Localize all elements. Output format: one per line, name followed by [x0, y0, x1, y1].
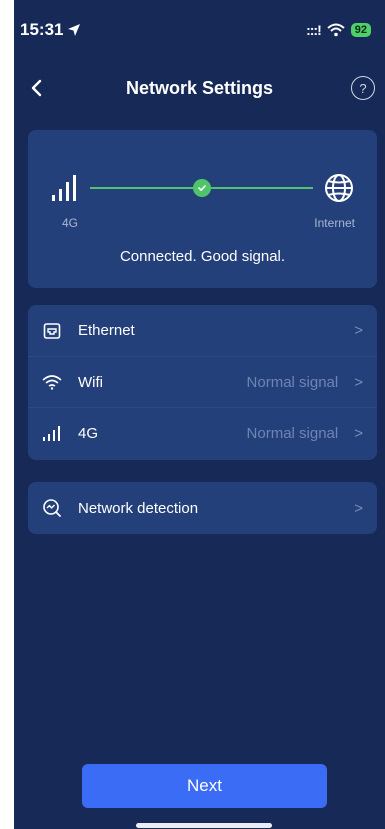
cellular-signal-value: Normal signal: [246, 424, 339, 442]
wifi-signal-value: Normal signal: [246, 373, 339, 391]
left-edge: [0, 0, 14, 829]
time-text: 15:31: [20, 20, 64, 39]
cell-signal-icon: :::!: [306, 22, 322, 38]
connection-diagram: [50, 168, 355, 208]
network-detection-label: Network detection: [78, 499, 199, 517]
page-title: Network Settings: [125, 77, 274, 98]
wifi-label: Wifi: [78, 373, 103, 391]
globe-icon: [325, 174, 353, 202]
network-list: Ethernet > Wifi Normal signal > 4G Norma…: [28, 305, 377, 460]
status-right: :::! 92: [306, 22, 371, 38]
next-button[interactable]: Next: [82, 764, 327, 808]
network-detection-row[interactable]: Network detection >: [28, 482, 377, 534]
target-label: Internet: [314, 216, 355, 230]
network-detection-card: Network detection >: [28, 482, 377, 534]
chevron-right-icon: >: [354, 499, 363, 517]
chevron-right-icon: >: [354, 373, 363, 391]
back-button[interactable]: [14, 68, 58, 108]
location-arrow-icon: [68, 24, 81, 36]
wifi-status-icon: [327, 23, 345, 37]
wifi-icon: [42, 372, 62, 392]
source-label: 4G: [62, 216, 79, 230]
nav-bar: Network Settings ?: [14, 68, 385, 108]
connection-card: 4G Internet Connected. Good signal.: [28, 130, 377, 288]
status-bar: 15:31 :::! 92: [20, 18, 371, 42]
ethernet-label: Ethernet: [78, 322, 135, 339]
cellular-row[interactable]: 4G Normal signal >: [28, 407, 377, 458]
help-icon[interactable]: ?: [351, 76, 375, 100]
wifi-row[interactable]: Wifi Normal signal >: [28, 356, 377, 407]
cellular-signal-icon: [42, 423, 62, 443]
connection-line: [90, 179, 313, 197]
ethernet-row[interactable]: Ethernet >: [28, 305, 377, 356]
connection-status: Connected. Good signal.: [119, 248, 286, 265]
check-icon: [192, 179, 211, 197]
chevron-right-icon: >: [354, 322, 363, 339]
home-indicator: [136, 823, 272, 828]
chevron-right-icon: >: [354, 424, 363, 442]
network-detection-icon: [42, 498, 62, 518]
cellular-label: 4G: [78, 424, 99, 442]
chevron-left-icon: [31, 79, 42, 97]
cellular-signal-icon: [52, 175, 76, 201]
status-time: 15:31: [20, 20, 81, 40]
ethernet-icon: [42, 321, 62, 341]
battery-icon: 92: [350, 23, 371, 37]
